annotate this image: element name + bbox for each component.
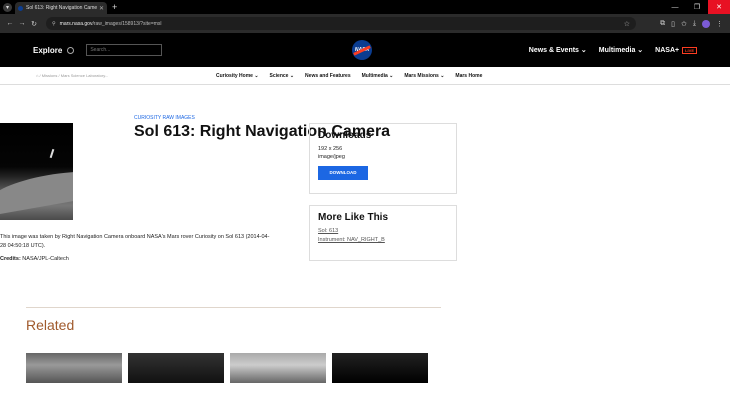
nasa-logo[interactable]: NASA	[352, 40, 372, 60]
menu-icon[interactable]: ⋮	[716, 20, 723, 28]
related-thumbnail[interactable]	[230, 353, 326, 383]
nasa-logo-text: NASA	[354, 47, 370, 53]
chevron-down-icon: ⌄	[580, 47, 587, 54]
image-streak	[49, 148, 55, 159]
more-like-this-card: More Like This Sol: 613 Instrument: NAV_…	[309, 205, 457, 261]
breadcrumb-msl[interactable]: Mars Science Laboratory...	[61, 73, 109, 78]
page-kicker[interactable]: CURIOSITY RAW IMAGES	[134, 115, 730, 121]
profile-avatar-icon[interactable]	[702, 19, 710, 28]
credits-label: Credits:	[0, 256, 21, 262]
subnav-news-features[interactable]: News and Features	[305, 73, 351, 79]
nav-multimedia-label: Multimedia	[598, 47, 636, 54]
subnav-mars-home[interactable]: Mars Home	[455, 73, 482, 79]
explore-chevron-icon[interactable]	[67, 46, 75, 54]
url-host: mars.nasa.gov	[59, 20, 93, 27]
image-format: image/jpeg	[318, 154, 345, 161]
site-info-icon[interactable]: ⚲	[52, 21, 56, 27]
explore-menu[interactable]: Explore	[33, 46, 62, 55]
nasa-header: Explore NASA News & Events ⌄ Multimedia …	[0, 33, 730, 67]
url-path: /raw_images/158913/?site=msl	[92, 20, 162, 27]
nav-multimedia[interactable]: Multimedia ⌄	[599, 46, 643, 54]
image-description: This image was taken by Right Navigation…	[0, 234, 270, 249]
breadcrumb-separator: /	[39, 73, 41, 78]
more-like-this-heading: More Like This	[318, 212, 389, 223]
sub-navigation: ⌂ / Missions / Mars Science Laboratory..…	[0, 67, 730, 85]
forward-icon[interactable]: →	[16, 20, 28, 27]
credits: Credits: NASA/JPL-Caltech	[0, 256, 69, 262]
toolbar-right-icons: ⧉ ▯ ✩ ⤓ ⋮	[660, 19, 726, 28]
nav-news-label: News & Events	[528, 47, 579, 54]
live-badge: LIVE	[682, 46, 697, 54]
browser-tab[interactable]: Sol 613: Right Navigation Came ✕	[15, 2, 107, 14]
image-dimensions: 192 x 256	[318, 146, 343, 152]
breadcrumb-missions[interactable]: Missions	[42, 73, 58, 78]
search-input[interactable]	[86, 44, 163, 56]
address-bar[interactable]: ⚲ mars.nasa.gov /raw_images/158913/?site…	[46, 17, 636, 30]
subnav-multimedia[interactable]: Multimedia ⌄	[362, 73, 394, 79]
subnav-science[interactable]: Science ⌄	[270, 73, 295, 79]
chevron-down-icon: ⌄	[440, 73, 445, 79]
bookmark-star-icon[interactable]: ☆	[624, 20, 630, 28]
maximize-icon[interactable]: ❐	[686, 0, 708, 14]
minimize-icon[interactable]: —	[664, 0, 686, 14]
related-thumbnail[interactable]	[26, 353, 122, 383]
favorites-icon[interactable]: ✩	[681, 20, 687, 28]
downloads-card: Downloads 192 x 256 image/jpeg DOWNLOAD	[309, 123, 457, 194]
chevron-down-icon: ⌄	[289, 73, 295, 79]
tab-close-icon[interactable]: ✕	[99, 5, 104, 12]
close-window-icon[interactable]: ✕	[708, 0, 730, 14]
related-thumbnails	[26, 353, 428, 383]
raw-image[interactable]	[0, 123, 73, 220]
download-icon[interactable]: ⤓	[693, 20, 696, 28]
related-thumbnail[interactable]	[332, 353, 428, 383]
subnav-label: Mars Missions	[404, 73, 439, 79]
subnav-mars-missions[interactable]: Mars Missions ⌄	[404, 73, 444, 79]
browser-tab-strip: ▾ Sol 613: Right Navigation Came ✕ + — ❐…	[0, 0, 730, 14]
related-heading: Related	[26, 317, 75, 333]
tab-title: Sol 613: Right Navigation Came	[26, 5, 98, 11]
subnav-label: Multimedia	[361, 73, 388, 79]
downloads-heading: Downloads	[318, 130, 372, 141]
breadcrumb: ⌂ / Missions / Mars Science Laboratory..…	[36, 73, 108, 78]
nav-news-events[interactable]: News & Events ⌄	[529, 46, 587, 54]
instrument-link[interactable]: Instrument: NAV_RIGHT_B	[318, 236, 448, 245]
nav-nasaplus-label: NASA+	[655, 46, 680, 54]
subnav-links: Curiosity Home ⌄ Science ⌄ News and Feat…	[216, 67, 482, 85]
window-controls: — ❐ ✕	[664, 0, 730, 14]
side-panel-icon[interactable]: ▯	[671, 20, 675, 28]
nav-nasa-plus[interactable]: NASA+ LIVE	[655, 46, 697, 54]
tab-search-icon[interactable]: ▾	[3, 2, 12, 12]
subnav-label: Curiosity Home	[216, 73, 253, 79]
subnav-label: Science	[269, 73, 289, 79]
header-nav: News & Events ⌄ Multimedia ⌄ NASA+ LIVE	[529, 46, 697, 54]
download-button[interactable]: DOWNLOAD	[318, 165, 368, 180]
related-thumbnail[interactable]	[128, 353, 224, 383]
back-icon[interactable]: ←	[4, 20, 16, 27]
chevron-down-icon: ⌄	[637, 47, 644, 54]
chevron-down-icon: ⌄	[254, 73, 259, 79]
main-content: CURIOSITY RAW IMAGES Sol 613: Right Navi…	[0, 85, 730, 405]
browser-toolbar: ← → ↻ ⚲ mars.nasa.gov /raw_images/158913…	[0, 14, 730, 33]
breadcrumb-separator: /	[58, 73, 60, 78]
extensions-icon[interactable]: ⧉	[660, 20, 665, 28]
chevron-down-icon: ⌄	[389, 73, 394, 79]
section-divider	[26, 307, 441, 308]
reload-icon[interactable]: ↻	[28, 20, 40, 28]
breadcrumb-home-icon[interactable]: ⌂	[36, 73, 38, 78]
sol-link[interactable]: Sol: 613	[318, 227, 448, 236]
new-tab-icon[interactable]: +	[112, 2, 117, 12]
credits-value: NASA/JPL-Caltech	[20, 256, 69, 262]
nasa-favicon-icon	[18, 5, 23, 11]
subnav-curiosity-home[interactable]: Curiosity Home ⌄	[216, 73, 259, 79]
terrain-shape	[0, 164, 73, 216]
